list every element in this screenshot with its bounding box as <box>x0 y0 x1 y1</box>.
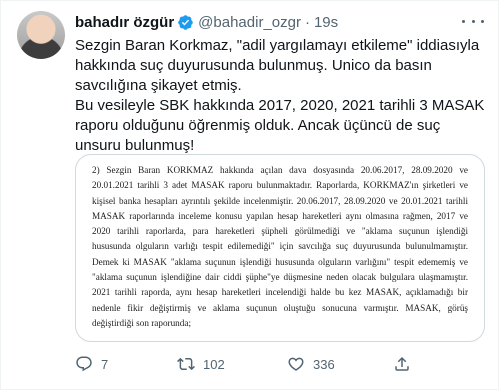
document-line: MASAK raporlarında inceleme konusu yapıl… <box>92 210 468 221</box>
reply-count: 7 <box>101 356 109 372</box>
retweet-button[interactable]: 102 <box>177 355 225 373</box>
retweet-icon <box>177 357 195 371</box>
reply-icon <box>76 356 92 372</box>
verified-badge-icon <box>178 14 193 30</box>
share-button[interactable] <box>393 355 411 373</box>
separator-dot: · <box>304 13 310 31</box>
like-count: 336 <box>313 356 335 372</box>
document-line: hususunda olguların varlığı tespit edile… <box>92 241 468 252</box>
tweet-timestamp[interactable]: 19s <box>314 14 338 31</box>
share-icon <box>395 356 409 371</box>
document-line: 20.01.2021 tarihli 3 adet MASAK raporu b… <box>92 180 468 191</box>
document-line: kişisel banka hesapları ayrıntılı şekild… <box>92 195 468 206</box>
tweet-text: Sezgin Baran Korkmaz, "adil yargılamayı … <box>75 36 485 156</box>
tweet-paragraph: Sezgin Baran Korkmaz, "adil yargılamayı … <box>75 37 480 94</box>
document-line: "aklama suçunun işlendiğine dair ciddi ş… <box>92 272 468 283</box>
heart-icon <box>288 357 304 371</box>
document-scan: 2) Sezgin Baran KORKMAZ hakkında açılan … <box>76 155 484 341</box>
document-line: 2021 tarihli raporda, aynı hesap hareket… <box>92 287 468 298</box>
document-line: 2) Sezgin Baran KORKMAZ hakkında açılan … <box>92 165 468 175</box>
document-line: 2020 tarihli raporlarda, para hareketler… <box>92 226 468 237</box>
tweet-actions: 7 102 336 <box>75 354 485 374</box>
attached-image[interactable]: 2) Sezgin Baran KORKMAZ hakkında açılan … <box>75 154 485 342</box>
reply-button[interactable]: 7 <box>75 355 108 373</box>
avatar[interactable] <box>17 11 65 59</box>
retweet-count: 102 <box>203 356 225 372</box>
author-handle[interactable]: @bahadir_ozgr <box>198 14 301 31</box>
document-line: Demek ki MASAK "aklama suçunun işlendiği… <box>92 256 468 267</box>
tweet-paragraph: Bu vesileyle SBK hakkında 2017, 2020, 20… <box>75 97 485 154</box>
document-line: değiştirdiği son raporunda; <box>92 317 192 328</box>
like-button[interactable]: 336 <box>287 355 335 373</box>
tweet-header: bahadır özgür @bahadir_ozgr · 19s <box>75 12 338 32</box>
tweet-card[interactable]: bahadır özgür @bahadir_ozgr · 19s Sezgin… <box>0 0 499 390</box>
author-display-name[interactable]: bahadır özgür <box>75 14 174 31</box>
more-options-icon[interactable] <box>462 13 484 29</box>
document-line: nedenle fikir değiştirmiş ve aklama suçu… <box>92 302 468 313</box>
